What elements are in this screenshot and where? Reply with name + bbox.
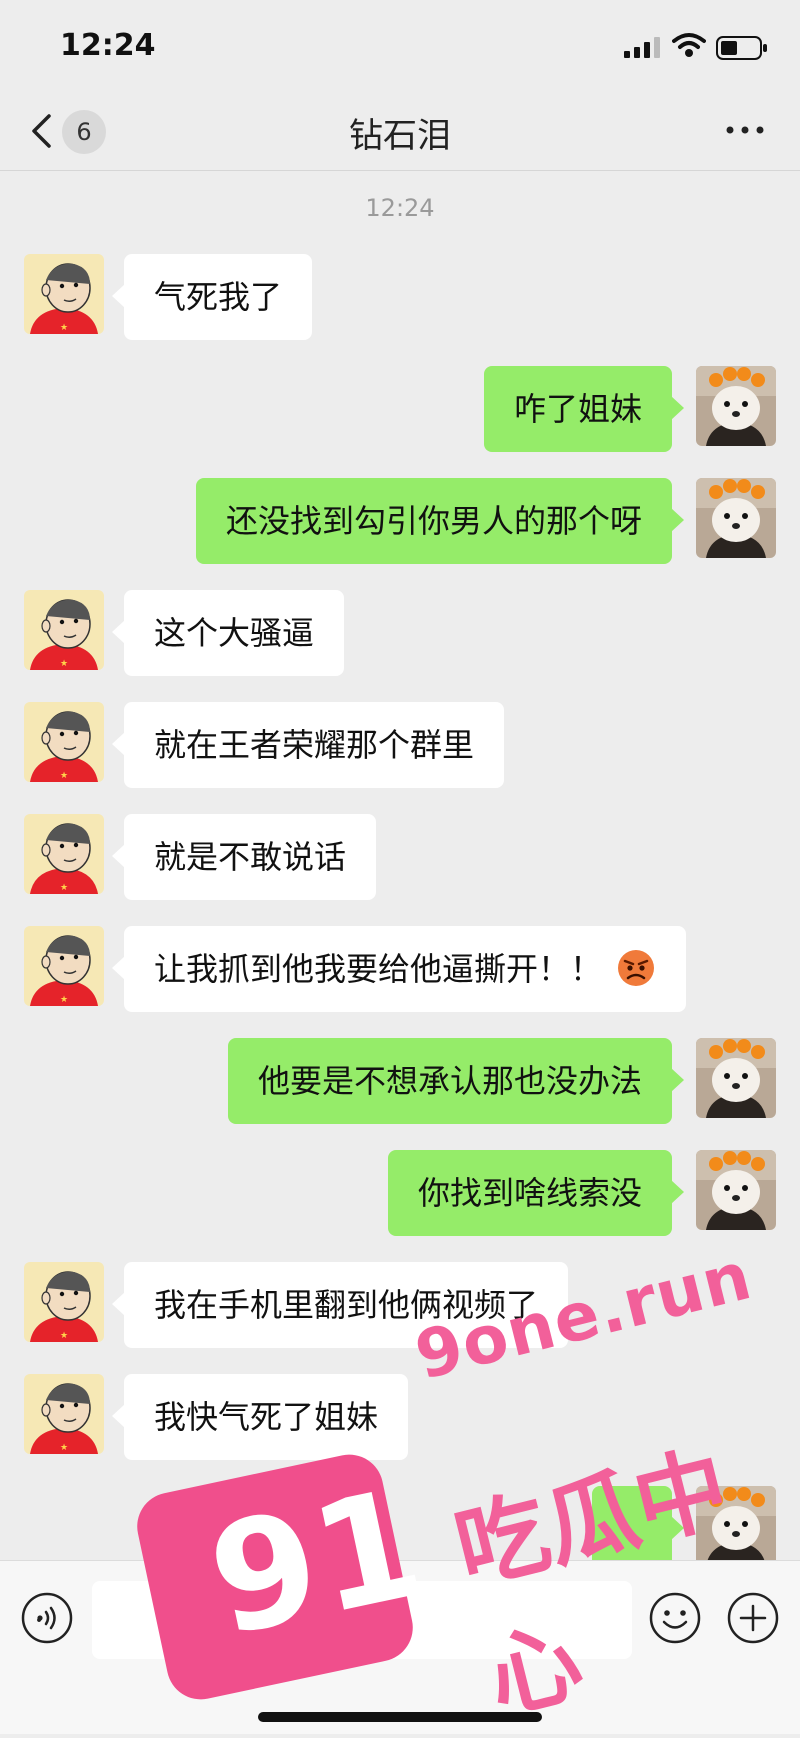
wifi-icon (672, 33, 706, 57)
home-indicator (258, 1712, 542, 1722)
status-bar: 12:24 (0, 0, 800, 90)
unread-count-badge: 6 (62, 110, 106, 154)
message-timestamp: 12:24 (365, 194, 435, 222)
received-message-bubble[interactable]: 这个大骚逼 (111, 590, 345, 676)
voice-icon[interactable] (20, 1591, 74, 1645)
my-avatar[interactable] (696, 478, 776, 558)
sent-message-bubble[interactable]: 还没找到勾引你男人的那个呀 (195, 478, 685, 564)
message-input[interactable] (92, 1581, 632, 1659)
my-avatar[interactable] (696, 366, 776, 446)
chat-title: 钻石泪 (349, 116, 451, 156)
my-avatar[interactable] (696, 1038, 776, 1118)
contact-avatar[interactable] (24, 590, 104, 670)
contact-avatar[interactable] (24, 814, 104, 894)
received-message-bubble[interactable]: 让我抓到他我要给他逼撕开！！ (111, 926, 687, 1012)
sent-message-bubble[interactable]: 咋了姐妹 (483, 366, 685, 452)
smiley-icon[interactable] (648, 1591, 702, 1645)
signal-icon (624, 37, 660, 58)
contact-avatar[interactable] (24, 1374, 104, 1454)
input-bar (0, 1560, 800, 1734)
plus-icon[interactable] (726, 1591, 780, 1645)
chat-header: 6 钻石泪 (0, 90, 800, 171)
status-time: 12:24 (60, 28, 156, 63)
battery-icon (716, 36, 767, 60)
received-message-bubble[interactable]: 气死我了 (111, 254, 313, 340)
message-text: 让我抓到他我要给他逼撕开！！ (154, 950, 603, 988)
received-message-bubble[interactable]: 我快气死了姐妹 (111, 1374, 409, 1460)
contact-avatar[interactable] (24, 702, 104, 782)
contact-avatar[interactable] (24, 254, 104, 334)
more-dots-icon[interactable] (720, 110, 770, 150)
chevron-left-icon (32, 114, 51, 148)
angry-face-icon (618, 950, 655, 986)
contact-avatar[interactable] (24, 926, 104, 1006)
contact-avatar[interactable] (24, 1262, 104, 1342)
my-avatar[interactable] (696, 1486, 776, 1566)
received-message-bubble[interactable]: 就是不敢说话 (111, 814, 377, 900)
my-avatar[interactable] (696, 1150, 776, 1230)
received-message-bubble[interactable]: 就在王者荣耀那个群里 (111, 702, 505, 788)
received-message-bubble[interactable]: 我在手机里翻到他俩视频了 (111, 1262, 569, 1348)
sent-message-bubble[interactable]: 你找到啥线索没 (387, 1150, 685, 1236)
sent-message-bubble[interactable]: 他要是不想承认那也没办法 (227, 1038, 685, 1124)
back-button[interactable]: 6 (26, 106, 116, 154)
